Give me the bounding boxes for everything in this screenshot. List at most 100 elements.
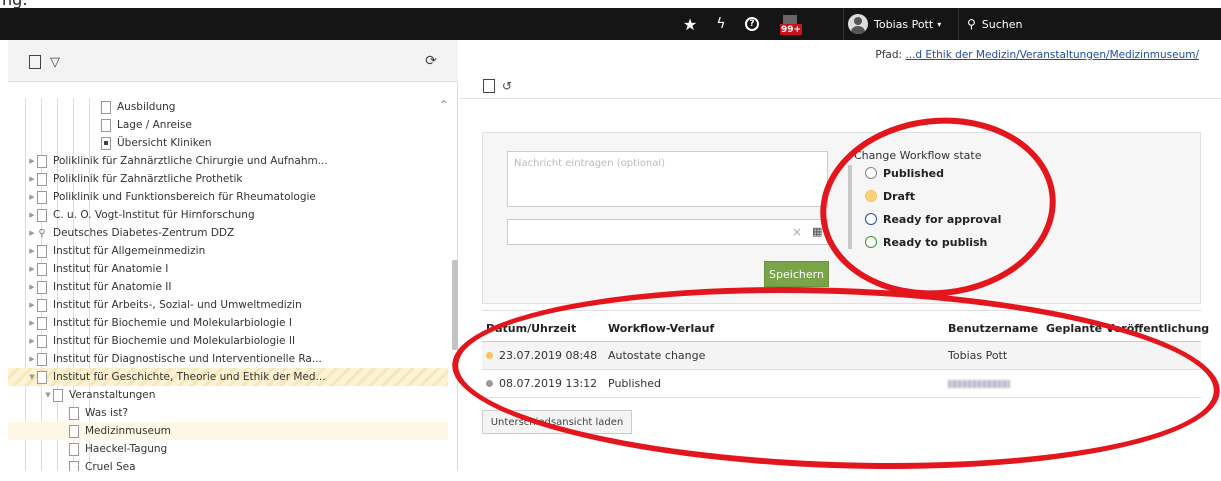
state-option-ready-to-publish[interactable]: Ready to publish — [865, 233, 987, 251]
caret-right-icon[interactable]: ▶ — [27, 319, 37, 327]
shortcut-icon: ⚲ — [38, 227, 46, 239]
column-header-planned[interactable]: Geplante Veröffentlichung — [1046, 316, 1209, 341]
edit-page-icon[interactable] — [480, 77, 498, 95]
tree-scrollbar[interactable] — [452, 260, 458, 350]
help-button[interactable]: ? — [740, 8, 764, 40]
tree-item[interactable]: ▶ Institut für Biochemie und Molekularbio… — [8, 314, 448, 332]
tree-item[interactable]: ▼ Veranstaltungen — [8, 386, 448, 404]
tree-item[interactable]: ▶ ⚲ Deutsches Diabetes-Zentrum DDZ — [8, 224, 448, 242]
state-option-published[interactable]: Published — [865, 164, 944, 182]
workflow-state-title: Change Workflow state — [854, 149, 982, 162]
page-icon — [37, 298, 47, 312]
page-icon — [69, 460, 79, 471]
state-label: Published — [883, 166, 945, 180]
caret-down-icon[interactable]: ▼ — [43, 391, 53, 399]
caret-right-icon[interactable]: ▶ — [27, 193, 37, 201]
save-button[interactable]: Speichern — [764, 261, 829, 287]
clear-date-icon[interactable]: × — [792, 225, 802, 239]
page-icon — [37, 172, 47, 186]
page-icon — [37, 262, 47, 276]
row-date-text: 23.07.2019 08:48 — [499, 349, 598, 362]
caret-right-icon[interactable]: ▶ — [27, 175, 37, 183]
tree-item[interactable]: ▶ Poliklinik und Funktionsbereich für Rhe… — [8, 188, 448, 206]
radio-icon — [865, 190, 877, 202]
publish-date-input[interactable] — [508, 220, 788, 244]
path-link[interactable]: ...d Ethik der Medizin/Veranstaltungen/M… — [905, 49, 1199, 61]
column-header-workflow[interactable]: Workflow-Verlauf — [608, 316, 714, 341]
page-icon — [69, 406, 79, 420]
row-date: 08.07.2019 13:12 — [486, 370, 597, 397]
tree-item[interactable]: ▶ Institut für Biochemie und Molekularbio… — [8, 332, 448, 350]
tree-item-label: Lage / Anreise — [117, 119, 192, 131]
tree-item[interactable]: ▶ Institut für Diagnostische und Interven… — [8, 350, 448, 368]
path-bar: Pfad: ...d Ethik der Medizin/Veranstaltu… — [460, 40, 1221, 70]
caret-right-icon[interactable]: ▶ — [27, 157, 37, 165]
calendar-icon[interactable]: ▦ — [812, 225, 822, 238]
cache-bolt-icon[interactable]: ϟ — [709, 8, 733, 40]
page-icon — [37, 208, 47, 222]
scroll-up-icon[interactable]: ^ — [440, 100, 448, 110]
tree-item-label: Institut für Anatomie II — [53, 281, 172, 293]
search-button[interactable]: ⚲ Suchen — [958, 8, 1044, 40]
user-menu-button[interactable]: Tobias Pott ▾ — [843, 8, 955, 40]
tree-item[interactable]: Ausbildung — [8, 98, 448, 116]
table-row[interactable]: 08.07.2019 13:12 Published — [482, 370, 1201, 398]
caret-right-icon[interactable]: ▶ — [27, 355, 37, 363]
overview-page-icon — [101, 136, 111, 150]
caret-right-icon[interactable]: ▶ — [27, 337, 37, 345]
page-icon — [69, 442, 79, 456]
table-header: Datum/Uhrzeit Workflow-Verlauf Benutzern… — [482, 316, 1209, 342]
history-divider — [482, 310, 1201, 311]
page-icon — [37, 370, 47, 384]
state-option-draft[interactable]: Draft — [865, 187, 915, 205]
caret-right-icon[interactable]: ▶ — [27, 301, 37, 309]
refresh-icon[interactable]: ⟳ — [422, 52, 440, 70]
notifications-button[interactable]: 99+ — [775, 8, 805, 40]
column-header-date[interactable]: Datum/Uhrzeit — [486, 316, 576, 341]
bookmarks-star-icon[interactable]: ★ — [678, 8, 702, 40]
tree-item-label: Institut für Geschichte, Theorie und Eth… — [53, 371, 326, 383]
tree-item[interactable]: Haeckel-Tagung — [8, 440, 448, 458]
load-diff-button[interactable]: Unterschiedsansicht laden — [482, 410, 632, 434]
tree-item[interactable]: ▶ Poliklinik für Zahnärztliche Prothetik — [8, 170, 448, 188]
page-icon — [37, 334, 47, 348]
column-header-user[interactable]: Benutzername — [948, 316, 1038, 341]
page-icon — [37, 316, 47, 330]
new-page-icon[interactable] — [26, 53, 44, 71]
workflow-message-input[interactable] — [507, 151, 828, 207]
tree-item-label: Poliklinik und Funktionsbereich für Rheu… — [53, 191, 316, 203]
tree-item[interactable]: Lage / Anreise — [8, 116, 448, 134]
caret-right-icon[interactable]: ▶ — [27, 283, 37, 291]
filter-icon[interactable]: ▽ — [46, 53, 64, 71]
toolbar-divider — [460, 98, 1221, 99]
caret-right-icon[interactable]: ▶ — [27, 229, 37, 237]
tree-item[interactable]: Cruel Sea — [8, 458, 448, 471]
caret-right-icon[interactable]: ▶ — [27, 211, 37, 219]
page-icon — [101, 118, 111, 132]
tree-item[interactable]: Medizinmuseum — [8, 422, 448, 440]
tree-item[interactable]: Übersicht Kliniken — [8, 134, 448, 152]
tree-item[interactable]: ▶ Institut für Allgemeinmedizin — [8, 242, 448, 260]
tree-item-label: Cruel Sea — [85, 461, 136, 471]
tree-item-label: Ausbildung — [117, 101, 176, 113]
state-rail — [848, 165, 852, 249]
caret-down-icon[interactable]: ▼ — [27, 373, 37, 381]
state-option-ready-for-approval[interactable]: Ready for approval — [865, 210, 1001, 228]
tree-item[interactable]: ▼ Institut für Geschichte, Theorie und Et… — [8, 368, 448, 386]
page-tree-toolbar: ▽ ⟳ — [8, 40, 458, 82]
tree-item[interactable]: ▶ Institut für Anatomie I — [8, 260, 448, 278]
tree-item-label: Übersicht Kliniken — [117, 137, 212, 149]
caret-right-icon[interactable]: ▶ — [27, 265, 37, 273]
page-icon — [53, 388, 63, 402]
table-row[interactable]: 23.07.2019 08:48 Autostate change Tobias… — [482, 342, 1201, 370]
tree-item[interactable]: ▶ Institut für Anatomie II — [8, 278, 448, 296]
caret-right-icon[interactable]: ▶ — [27, 247, 37, 255]
tree-item-label: Poliklinik für Zahnärztliche Prothetik — [53, 173, 243, 185]
tree-item[interactable]: Was ist? — [8, 404, 448, 422]
history-icon[interactable]: ↺ — [498, 77, 516, 95]
tree-item[interactable]: ▶ C. u. O. Vogt-Institut für Hirnforschun… — [8, 206, 448, 224]
tree-item[interactable]: ▶ Poliklinik für Zahnärztliche Chirurgie … — [8, 152, 448, 170]
breadcrumb: Pfad: ...d Ethik der Medizin/Veranstaltu… — [875, 49, 1199, 61]
tree-item[interactable]: ▶ Institut für Arbeits-, Sozial- und Umwe… — [8, 296, 448, 314]
document-toolbar: ↺ — [480, 77, 516, 95]
